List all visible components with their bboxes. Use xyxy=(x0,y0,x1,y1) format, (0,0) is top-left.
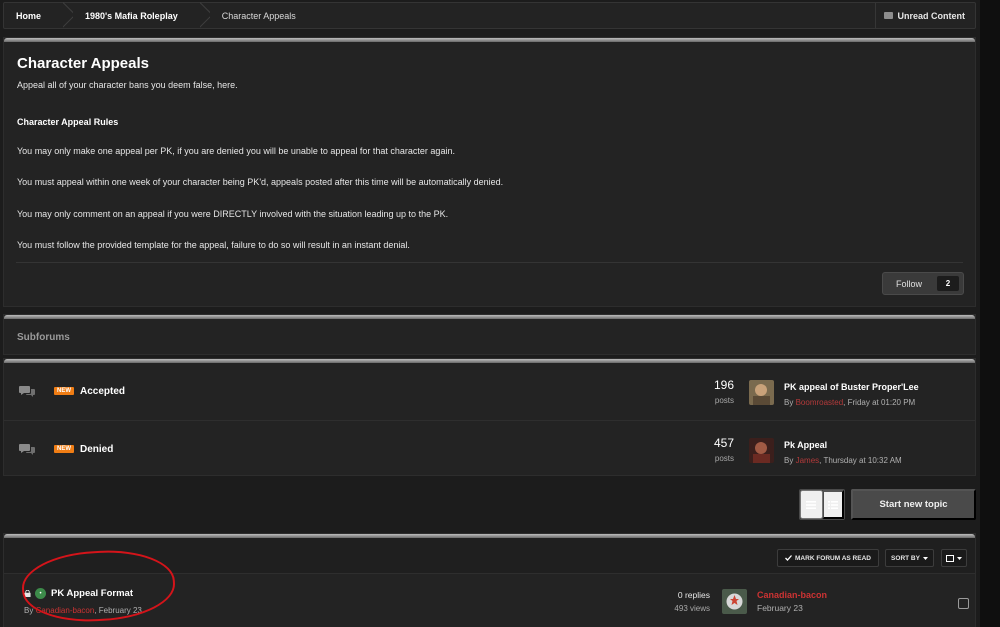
topic-date: , February 23 xyxy=(94,606,142,615)
caret-down-icon xyxy=(957,556,962,560)
subforum-row-accepted[interactable]: NEW Accepted 196 posts PK appeal of Bust… xyxy=(4,363,975,420)
post-count: 457 xyxy=(713,436,734,450)
post-count-label: posts xyxy=(714,454,734,463)
post-count: 196 xyxy=(713,378,734,392)
panel-shine xyxy=(4,38,975,42)
topic-toolbar: MARK FORUM AS READ SORT BY xyxy=(4,538,975,574)
rule-item: You may only make one appeal per PK, if … xyxy=(17,146,455,156)
page-edge xyxy=(980,0,1000,627)
last-topic-link[interactable]: Pk Appeal xyxy=(784,440,827,450)
forum-description: Appeal all of your character bans you de… xyxy=(17,80,238,90)
rule-item: You may only comment on an appeal if you… xyxy=(17,209,449,219)
avatar[interactable] xyxy=(749,380,774,405)
panel-shine xyxy=(4,315,975,319)
subforum-list: NEW Accepted 196 posts PK appeal of Bust… xyxy=(3,358,976,476)
page-title: Character Appeals xyxy=(17,55,149,72)
last-post-meta: By Boomroasted, Friday at 01:20 PM xyxy=(784,398,915,407)
multi-select-dropdown[interactable] xyxy=(941,549,967,567)
subforum-row-denied[interactable]: NEW Denied 457 posts Pk Appeal By James,… xyxy=(4,420,975,477)
new-badge: NEW xyxy=(54,387,74,395)
breadcrumb-current: Character Appeals xyxy=(221,10,296,21)
subforums-heading: Subforums xyxy=(17,332,70,343)
check-icon xyxy=(785,555,793,561)
breadcrumb-home[interactable]: Home xyxy=(4,3,63,28)
reply-count: 0 replies xyxy=(677,590,710,600)
sort-by-label: SORT BY xyxy=(891,554,920,562)
post-count-label: posts xyxy=(714,396,734,405)
sort-by-dropdown[interactable]: SORT BY xyxy=(885,549,934,567)
follow-label: Follow xyxy=(896,278,923,289)
follow-button[interactable]: Follow 2 xyxy=(882,272,964,295)
subforum-name[interactable]: Denied xyxy=(80,444,113,455)
avatar[interactable] xyxy=(722,589,747,614)
forum-header: Character Appeals Appeal all of your cha… xyxy=(3,37,976,307)
topic-row[interactable]: • PK Appeal Format By Canadian-bacon, Fe… xyxy=(4,575,975,627)
caret-down-icon xyxy=(922,556,928,560)
checkbox-icon xyxy=(946,554,954,562)
unread-content-link[interactable]: Unread Content xyxy=(874,3,976,28)
breadcrumb-parent[interactable]: 1980's Mafia Roleplay xyxy=(73,3,200,28)
unread-content-label: Unread Content xyxy=(897,10,966,21)
username-link[interactable]: James xyxy=(796,456,820,465)
breadcrumb-separator xyxy=(200,2,210,29)
chat-bubbles-icon xyxy=(19,444,35,455)
chat-bubbles-icon xyxy=(19,386,35,397)
list-icon xyxy=(806,500,817,509)
avatar[interactable] xyxy=(749,438,774,463)
username-link[interactable]: Boomroasted xyxy=(796,398,844,407)
view-count: 493 views xyxy=(674,604,710,613)
list-view-button[interactable] xyxy=(800,490,823,519)
divider xyxy=(16,262,963,263)
last-post-meta: By James, Thursday at 10:32 AM xyxy=(784,456,902,465)
subforums-header: Subforums xyxy=(3,314,976,355)
table-list-icon xyxy=(827,500,838,509)
pinned-icon: • xyxy=(35,588,46,599)
last-post-date: , Thursday at 10:32 AM xyxy=(819,456,902,465)
mark-forum-read-button[interactable]: MARK FORUM AS READ xyxy=(777,549,879,567)
subforum-name[interactable]: Accepted xyxy=(80,386,125,397)
follow-count: 2 xyxy=(937,276,959,291)
mark-forum-read-label: MARK FORUM AS READ xyxy=(795,554,871,562)
new-badge: NEW xyxy=(54,445,74,453)
by-label: By xyxy=(784,398,794,407)
last-topic-link[interactable]: PK appeal of Buster Proper'Lee xyxy=(784,382,919,392)
last-poster-link[interactable]: Canadian-bacon xyxy=(757,590,827,600)
rule-item: You must follow the provided template fo… xyxy=(17,240,410,250)
unread-icon xyxy=(883,12,893,19)
view-mode-toggle xyxy=(799,489,845,520)
breadcrumb: Home 1980's Mafia Roleplay Character App… xyxy=(3,2,976,29)
rules-heading: Character Appeal Rules xyxy=(17,117,119,127)
topic-title-link[interactable]: PK Appeal Format xyxy=(51,588,133,599)
by-label: By xyxy=(784,456,794,465)
topic-list: MARK FORUM AS READ SORT BY • PK Appeal F… xyxy=(3,533,976,627)
rule-item: You must appeal within one week of your … xyxy=(17,177,504,187)
topic-meta: By Canadian-bacon, February 23 xyxy=(24,606,142,615)
grid-view-button[interactable] xyxy=(822,490,844,519)
start-new-topic-button[interactable]: Start new topic xyxy=(851,489,976,520)
last-post-date: , Friday at 01:20 PM xyxy=(843,398,916,407)
topic-select-checkbox[interactable] xyxy=(958,598,969,609)
breadcrumb-separator xyxy=(63,2,73,29)
author-link[interactable]: Canadian-bacon xyxy=(36,606,95,615)
lock-icon xyxy=(24,590,31,597)
last-post-date: February 23 xyxy=(757,603,803,613)
by-label: By xyxy=(24,606,34,615)
